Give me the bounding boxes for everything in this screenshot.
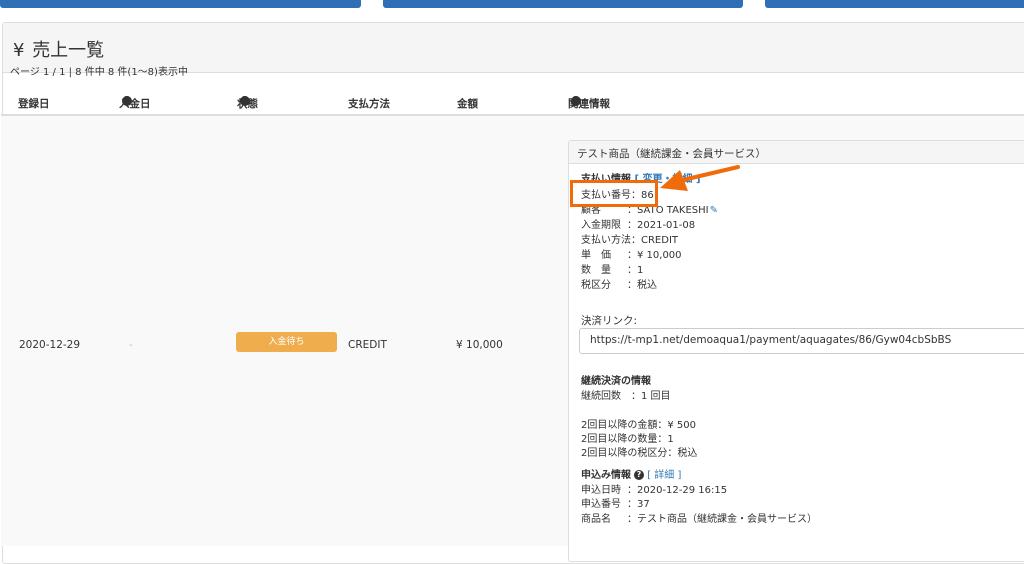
annotation-arrow-icon bbox=[660, 165, 740, 191]
